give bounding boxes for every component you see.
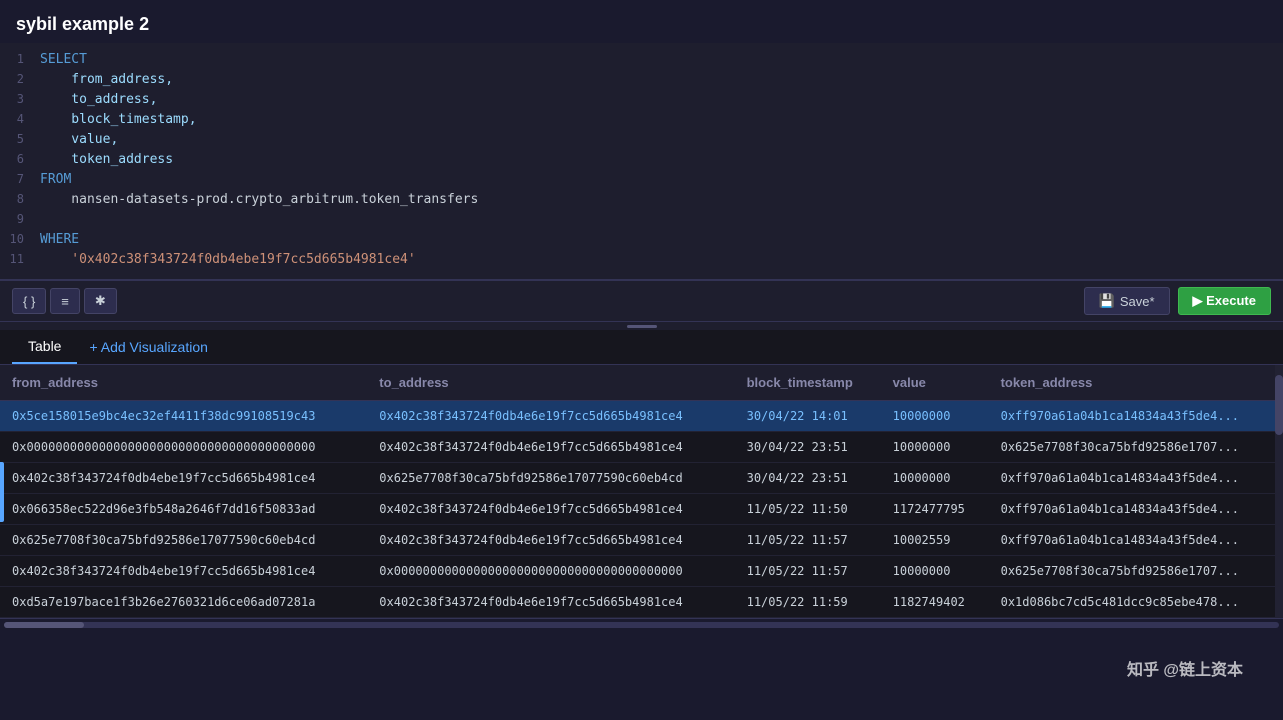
cell-value: 10000000	[881, 401, 989, 432]
table-row: 0x402c38f343724f0db4ebe19f7cc5d665b4981c…	[0, 556, 1283, 587]
cell-block-timestamp: 11/05/22 11:57	[735, 525, 881, 556]
cell-token-address: 0x625e7708f30ca75bfd92586e1707...	[989, 556, 1283, 587]
code-line-5: 5 value,	[0, 131, 1283, 151]
divider-handle[interactable]	[0, 322, 1283, 330]
cell-from-address: 0x5ce158015e9bc4ec32ef4411f38dc99108519c…	[0, 401, 367, 432]
star-button[interactable]: ✱	[84, 288, 117, 314]
code-line-4: 4 block_timestamp,	[0, 111, 1283, 131]
tabs-bar: Table + Add Visualization	[0, 330, 1283, 365]
table-body: 0x5ce158015e9bc4ec32ef4411f38dc99108519c…	[0, 401, 1283, 618]
table-view-button[interactable]: ≡	[50, 288, 80, 314]
h-scrollbar-track	[4, 622, 1279, 628]
code-line-6: 6 token_address	[0, 151, 1283, 171]
cell-token-address: 0xff970a61a04b1ca14834a43f5de4...	[989, 494, 1283, 525]
cell-block-timestamp: 11/05/22 11:50	[735, 494, 881, 525]
cell-value: 1182749402	[881, 587, 989, 618]
code-editor[interactable]: 1 SELECT 2 from_address, 3 to_address, 4…	[0, 43, 1283, 280]
results-table-wrapper[interactable]: from_address to_address block_timestamp …	[0, 365, 1283, 618]
cell-from-address: 0xd5a7e197bace1f3b26e2760321d6ce06ad0728…	[0, 587, 367, 618]
save-icon: 💾	[1099, 293, 1115, 309]
cell-token-address: 0xff970a61a04b1ca14834a43f5de4...	[989, 401, 1283, 432]
toolbar: { } ≡ ✱ 💾 Save* ▶ Execute	[0, 280, 1283, 322]
scrollbar-thumb[interactable]	[1275, 375, 1283, 435]
horizontal-scrollbar[interactable]	[0, 618, 1283, 630]
json-view-button[interactable]: { }	[12, 288, 46, 314]
cell-to-address: 0x402c38f343724f0db4e6e19f7cc5d665b4981c…	[367, 432, 734, 463]
cell-from-address: 0x402c38f343724f0db4ebe19f7cc5d665b4981c…	[0, 556, 367, 587]
code-line-7: 7 FROM	[0, 171, 1283, 191]
cell-value: 10000000	[881, 463, 989, 494]
add-visualization-button[interactable]: + Add Visualization	[77, 331, 219, 363]
col-from-address: from_address	[0, 365, 367, 401]
toolbar-right: 💾 Save* ▶ Execute	[1084, 287, 1271, 315]
results-table: from_address to_address block_timestamp …	[0, 365, 1283, 618]
code-line-11: 11 '0x402c38f343724f0db4ebe19f7cc5d665b4…	[0, 251, 1283, 271]
cell-token-address: 0xff970a61a04b1ca14834a43f5de4...	[989, 463, 1283, 494]
cell-to-address: 0x00000000000000000000000000000000000000…	[367, 556, 734, 587]
cell-token-address: 0x1d086bc7cd5c481dcc9c85ebe478...	[989, 587, 1283, 618]
cell-from-address: 0x066358ec522d96e3fb548a2646f7dd16f50833…	[0, 494, 367, 525]
tab-table[interactable]: Table	[12, 330, 77, 364]
table-header-row: from_address to_address block_timestamp …	[0, 365, 1283, 401]
cell-value: 1172477795	[881, 494, 989, 525]
code-line-1: 1 SELECT	[0, 51, 1283, 71]
code-line-10: 10 WHERE	[0, 231, 1283, 251]
cell-value: 10002559	[881, 525, 989, 556]
left-indicator	[0, 462, 4, 522]
execute-button[interactable]: ▶ Execute	[1178, 287, 1271, 315]
table-row: 0x066358ec522d96e3fb548a2646f7dd16f50833…	[0, 494, 1283, 525]
cell-value: 10000000	[881, 556, 989, 587]
divider-dots	[627, 325, 657, 328]
table-row: 0x625e7708f30ca75bfd92586e17077590c60eb4…	[0, 525, 1283, 556]
col-token-address: token_address	[989, 365, 1283, 401]
table-row: 0x402c38f343724f0db4ebe19f7cc5d665b4981c…	[0, 463, 1283, 494]
toolbar-left: { } ≡ ✱	[12, 288, 117, 314]
code-line-2: 2 from_address,	[0, 71, 1283, 91]
cell-to-address: 0x402c38f343724f0db4e6e19f7cc5d665b4981c…	[367, 401, 734, 432]
watermark: 知乎 @链上资本	[1127, 656, 1243, 680]
results-area: Table + Add Visualization from_address t…	[0, 330, 1283, 630]
table-row: 0x00000000000000000000000000000000000000…	[0, 432, 1283, 463]
cell-from-address: 0x402c38f343724f0db4ebe19f7cc5d665b4981c…	[0, 463, 367, 494]
table-row: 0x5ce158015e9bc4ec32ef4411f38dc99108519c…	[0, 401, 1283, 432]
cell-to-address: 0x402c38f343724f0db4e6e19f7cc5d665b4981c…	[367, 494, 734, 525]
cell-block-timestamp: 11/05/22 11:57	[735, 556, 881, 587]
cell-to-address: 0x402c38f343724f0db4e6e19f7cc5d665b4981c…	[367, 587, 734, 618]
code-line-9: 9	[0, 211, 1283, 231]
cell-block-timestamp: 30/04/22 23:51	[735, 432, 881, 463]
code-line-8: 8 nansen-datasets-prod.crypto_arbitrum.t…	[0, 191, 1283, 211]
cell-from-address: 0x00000000000000000000000000000000000000…	[0, 432, 367, 463]
cell-block-timestamp: 30/04/22 14:01	[735, 401, 881, 432]
cell-token-address: 0x625e7708f30ca75bfd92586e1707...	[989, 432, 1283, 463]
col-to-address: to_address	[367, 365, 734, 401]
col-value: value	[881, 365, 989, 401]
vertical-scrollbar[interactable]	[1275, 365, 1283, 618]
code-line-3: 3 to_address,	[0, 91, 1283, 111]
h-scrollbar-thumb[interactable]	[4, 622, 84, 628]
cell-block-timestamp: 30/04/22 23:51	[735, 463, 881, 494]
cell-to-address: 0x625e7708f30ca75bfd92586e17077590c60eb4…	[367, 463, 734, 494]
page-title: sybil example 2	[0, 0, 1283, 43]
cell-to-address: 0x402c38f343724f0db4e6e19f7cc5d665b4981c…	[367, 525, 734, 556]
cell-value: 10000000	[881, 432, 989, 463]
col-block-timestamp: block_timestamp	[735, 365, 881, 401]
table-row: 0xd5a7e197bace1f3b26e2760321d6ce06ad0728…	[0, 587, 1283, 618]
cell-block-timestamp: 11/05/22 11:59	[735, 587, 881, 618]
cell-token-address: 0xff970a61a04b1ca14834a43f5de4...	[989, 525, 1283, 556]
save-button[interactable]: 💾 Save*	[1084, 287, 1170, 315]
cell-from-address: 0x625e7708f30ca75bfd92586e17077590c60eb4…	[0, 525, 367, 556]
